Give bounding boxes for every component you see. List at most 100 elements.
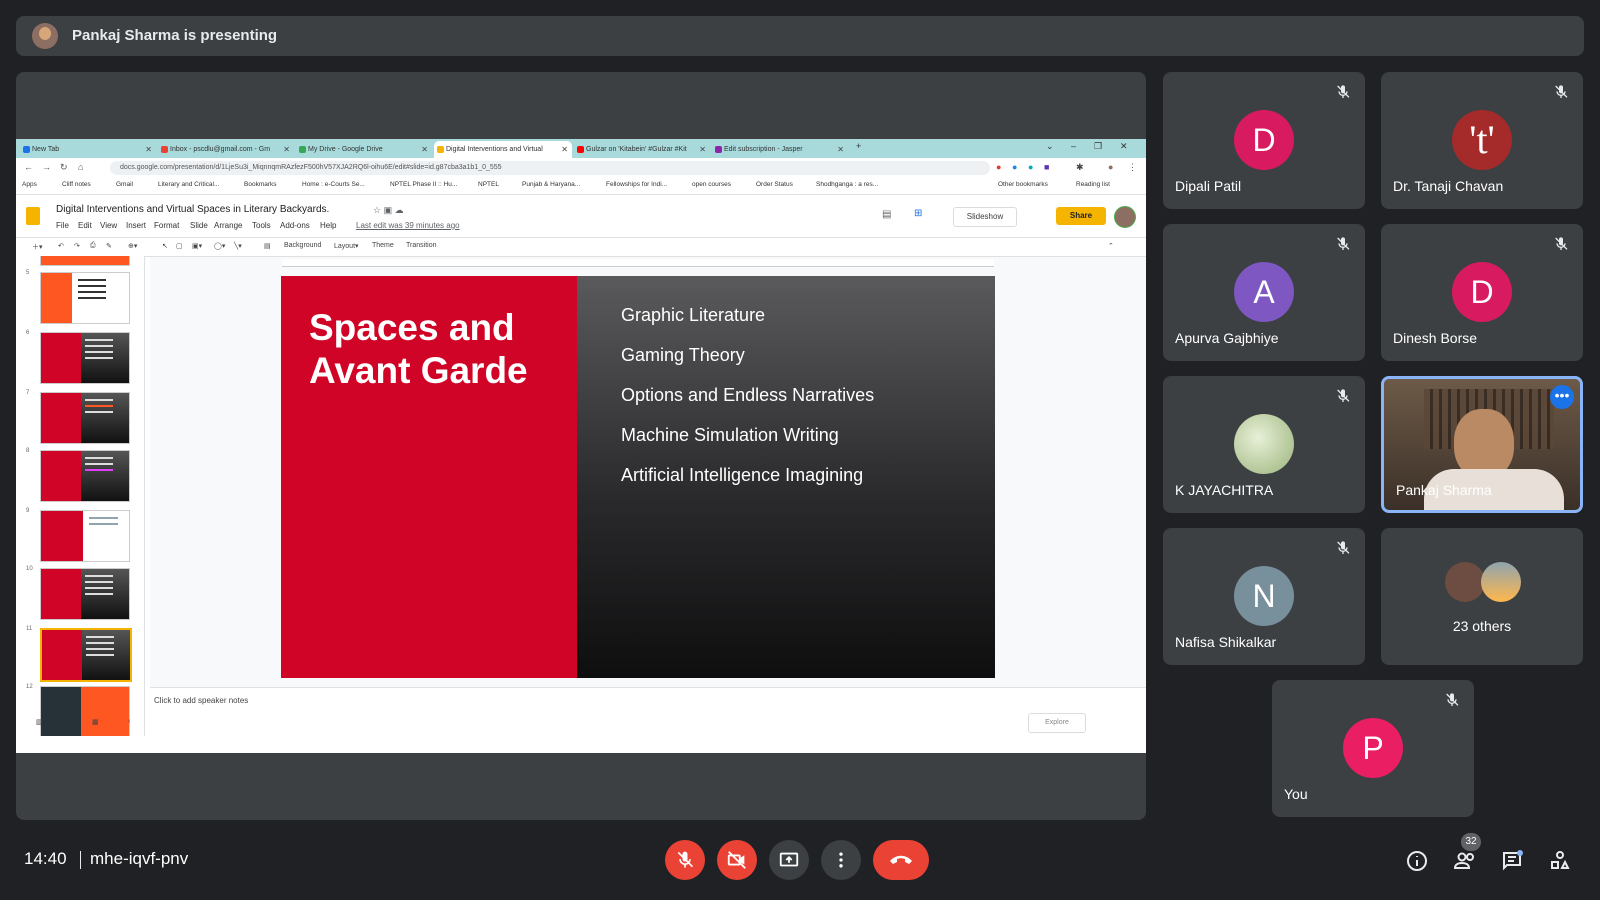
comment-icon[interactable]: ▤ bbox=[264, 242, 271, 250]
profile-icon[interactable]: ● bbox=[1108, 162, 1113, 172]
puzzle-icon[interactable]: ✱ bbox=[1076, 162, 1084, 173]
chat-icon[interactable] bbox=[1500, 849, 1524, 873]
back-icon[interactable]: ← bbox=[24, 162, 33, 172]
browser-tab[interactable]: Edit subscription - Jasper ✕ bbox=[712, 141, 848, 158]
extension-icon[interactable]: ● bbox=[1012, 162, 1017, 172]
bookmark-item[interactable]: Home : e-Courts Se... bbox=[302, 181, 365, 188]
reload-icon[interactable]: ↻ bbox=[60, 162, 68, 173]
filmstrip-view-icon[interactable]: ▦ bbox=[92, 718, 99, 726]
paint-format-icon[interactable]: ✎ bbox=[106, 242, 112, 250]
forward-icon[interactable]: → bbox=[42, 162, 51, 172]
account-avatar[interactable] bbox=[1114, 206, 1136, 228]
address-bar[interactable]: docs.google.com/presentation/d/1LjeSu3i_… bbox=[110, 161, 990, 175]
last-edit-link[interactable]: Last edit was 39 minutes ago bbox=[356, 221, 460, 230]
info-icon[interactable] bbox=[1405, 849, 1429, 873]
select-icon[interactable]: ↖ bbox=[162, 242, 168, 250]
browser-tab[interactable]: Inbox - pscdlu@gmail.com - Gm ✕ bbox=[158, 141, 294, 158]
extension-icon[interactable]: ● bbox=[996, 162, 1001, 172]
browser-tab[interactable]: My Drive - Google Drive ✕ bbox=[296, 141, 432, 158]
more-options-button[interactable] bbox=[821, 840, 861, 880]
background-button[interactable]: Background bbox=[284, 242, 321, 249]
slides-logo-icon[interactable] bbox=[26, 207, 40, 225]
slide-thumbnail[interactable] bbox=[40, 568, 130, 620]
collapse-icon[interactable]: ⌃ bbox=[1108, 242, 1114, 250]
image-icon[interactable]: ▣▾ bbox=[192, 242, 202, 250]
star-icon[interactable]: ☆ ▣ ☁ bbox=[373, 205, 404, 216]
browser-tab-active[interactable]: Digital Interventions and Virtual ✕ bbox=[434, 141, 572, 158]
add-slide-icon[interactable]: ＋▾ bbox=[32, 242, 43, 252]
textbox-icon[interactable]: ▢ bbox=[176, 242, 183, 250]
participant-tile[interactable]: D Dinesh Borse bbox=[1381, 224, 1583, 361]
participant-tile-video[interactable]: ••• Pankaj Sharma bbox=[1381, 376, 1583, 513]
bookmark-item[interactable]: Apps bbox=[22, 181, 37, 188]
mic-toggle-button[interactable] bbox=[665, 840, 705, 880]
others-tile[interactable]: 23 others bbox=[1381, 528, 1583, 665]
menu-kebab-icon[interactable]: ⋮ bbox=[1128, 162, 1137, 173]
bookmark-item[interactable]: open courses bbox=[692, 181, 731, 188]
bookmark-item[interactable]: Reading list bbox=[1076, 181, 1110, 188]
slide-thumbnail[interactable] bbox=[40, 510, 130, 562]
bookmark-item[interactable]: NPTEL bbox=[478, 181, 499, 188]
zoom-icon[interactable]: ⊕▾ bbox=[128, 242, 137, 250]
more-options-icon[interactable]: ••• bbox=[1550, 385, 1574, 409]
close-icon[interactable]: ✕ bbox=[421, 141, 428, 158]
layout-button[interactable]: Layout▾ bbox=[334, 242, 359, 250]
participant-tile[interactable]: N Nafisa Shikalkar bbox=[1163, 528, 1365, 665]
slide-thumbnail[interactable] bbox=[40, 450, 130, 502]
slide-thumbnail[interactable] bbox=[40, 686, 130, 736]
line-icon[interactable]: ╲▾ bbox=[234, 242, 242, 250]
participant-tile[interactable]: D Dipali Patil bbox=[1163, 72, 1365, 209]
participant-tile[interactable]: A Apurva Gajbhiye bbox=[1163, 224, 1365, 361]
present-meet-icon[interactable]: ⊞ bbox=[914, 208, 922, 219]
theme-button[interactable]: Theme bbox=[372, 242, 394, 249]
home-icon[interactable]: ⌂ bbox=[78, 162, 83, 172]
present-screen-button[interactable] bbox=[769, 840, 809, 880]
tab-search-icon[interactable]: ⌄ bbox=[1046, 141, 1054, 152]
bookmark-item[interactable]: Literary and Critical... bbox=[158, 181, 219, 188]
menu-item[interactable]: Edit bbox=[78, 221, 92, 230]
menu-item[interactable]: File bbox=[56, 221, 69, 230]
restore-icon[interactable]: ❐ bbox=[1094, 141, 1102, 152]
close-icon[interactable]: ✕ bbox=[561, 141, 568, 158]
redo-icon[interactable]: ↷ bbox=[74, 242, 80, 250]
bookmark-item[interactable]: NPTEL Phase II :: Hu... bbox=[390, 181, 457, 188]
bookmark-item[interactable]: Bookmarks bbox=[244, 181, 277, 188]
close-icon[interactable]: ✕ bbox=[699, 141, 706, 158]
new-tab-icon[interactable]: + bbox=[856, 141, 861, 151]
slideshow-button[interactable]: Slideshow bbox=[953, 207, 1017, 227]
shape-icon[interactable]: ◯▾ bbox=[214, 242, 225, 250]
slide-thumbnail[interactable] bbox=[40, 332, 130, 384]
bookmark-item[interactable]: Punjab & Haryana... bbox=[522, 181, 580, 188]
document-title[interactable]: Digital Interventions and Virtual Spaces… bbox=[56, 204, 329, 215]
close-icon[interactable]: ✕ bbox=[145, 141, 152, 158]
camera-toggle-button[interactable] bbox=[717, 840, 757, 880]
grid-view-icon[interactable]: ▥ bbox=[36, 718, 43, 726]
transition-button[interactable]: Transition bbox=[406, 242, 436, 249]
speaker-notes[interactable]: Click to add speaker notes bbox=[150, 687, 1146, 738]
current-slide[interactable]: Spaces and Avant Garde Graphic Literatur… bbox=[281, 276, 995, 678]
minimize-icon[interactable]: – bbox=[1071, 141, 1076, 151]
people-icon[interactable] bbox=[1453, 849, 1477, 873]
slide-thumbnail[interactable] bbox=[40, 272, 130, 324]
share-button[interactable]: Share bbox=[1056, 207, 1106, 225]
browser-tab[interactable]: Gulzar on 'Kitabein' #Gulzar #Kit ✕ bbox=[574, 141, 710, 158]
bookmark-item[interactable]: Other bookmarks bbox=[998, 181, 1048, 188]
bookmark-item[interactable]: Cliff notes bbox=[62, 181, 91, 188]
extension-icon[interactable]: ● bbox=[1028, 162, 1033, 172]
bookmark-item[interactable]: Fellowships for Indi... bbox=[606, 181, 667, 188]
menu-item[interactable]: Tools bbox=[252, 221, 271, 230]
leave-call-button[interactable] bbox=[873, 840, 929, 880]
bookmark-item[interactable]: Order Status bbox=[756, 181, 793, 188]
close-icon[interactable]: ✕ bbox=[837, 141, 844, 158]
slide-thumbnail-selected[interactable] bbox=[40, 628, 132, 682]
print-icon[interactable]: ⎙ bbox=[90, 242, 96, 250]
bookmark-item[interactable]: Gmail bbox=[116, 181, 133, 188]
self-tile[interactable]: P You bbox=[1272, 680, 1474, 817]
activities-icon[interactable] bbox=[1548, 849, 1572, 873]
extension-icon[interactable]: ■ bbox=[1044, 162, 1049, 172]
menu-item[interactable]: Insert bbox=[126, 221, 146, 230]
bookmark-item[interactable]: Shodhganga : a res... bbox=[816, 181, 878, 188]
slide-thumbnail[interactable] bbox=[40, 256, 130, 266]
slide-thumbnail[interactable] bbox=[40, 392, 130, 444]
comments-icon[interactable]: ▤ bbox=[882, 209, 891, 220]
